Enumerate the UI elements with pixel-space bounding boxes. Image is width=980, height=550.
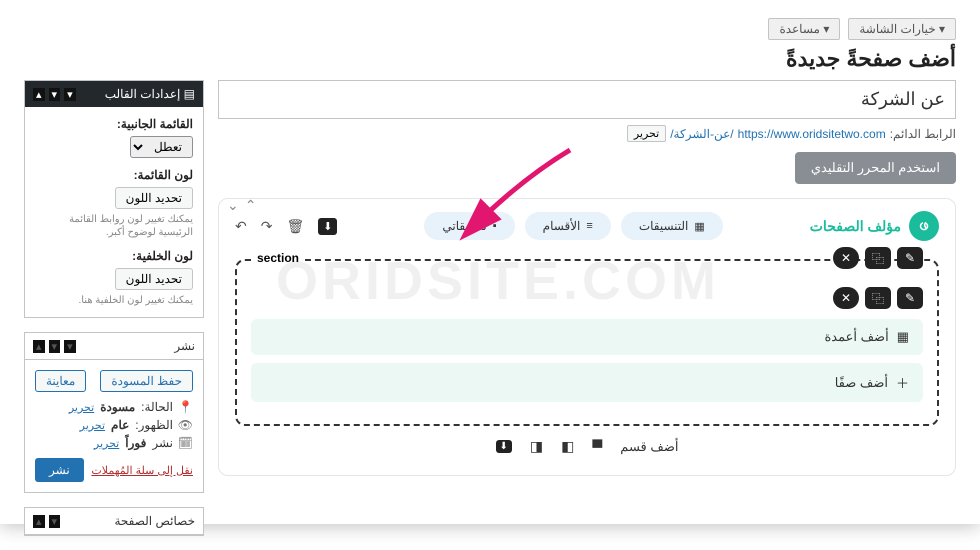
- bg-color-label: لون الخلفية:: [35, 249, 193, 263]
- builder-brand-label: مؤلف الصفحات: [810, 218, 901, 235]
- builder-collapse-toggles: ⌃ ⌄: [227, 197, 256, 214]
- pin-icon: 📍: [179, 400, 193, 414]
- publish-title: نشر: [174, 339, 195, 353]
- permalink-row: الرابط الدائم: https://www.oridsitetwo.c…: [218, 125, 956, 142]
- menu-color-label: لون القائمة:: [35, 168, 193, 182]
- help-button[interactable]: مساعدة ▾: [768, 18, 840, 40]
- attr-up-icon[interactable]: ▴: [33, 515, 45, 528]
- permalink-slug[interactable]: /عن-الشركة/: [670, 127, 733, 141]
- save-icon: ▪: [493, 220, 497, 232]
- toggle-up-icon[interactable]: ▴: [33, 88, 45, 101]
- eye-icon: 👁: [179, 418, 193, 432]
- layout-import-icon[interactable]: ⬇: [496, 440, 512, 453]
- plus-icon: ＋: [896, 373, 909, 392]
- tab-formats[interactable]: ▦التنسيقات: [621, 212, 723, 240]
- permalink-edit-button[interactable]: تحرير: [627, 125, 666, 142]
- menu-color-button[interactable]: تحديد اللون: [115, 187, 193, 209]
- pub-down-icon[interactable]: ▾: [49, 340, 61, 353]
- page-title-input[interactable]: [218, 80, 956, 119]
- bg-color-hint: يمكنك تغيير لون الخلفية هنا.: [35, 294, 193, 307]
- publish-box: نشر ▴▾▾ حفظ المسودة معاينة 📍الحالة: مسود…: [24, 332, 204, 493]
- chevron-up-icon[interactable]: ⌃: [245, 197, 257, 214]
- edit-row-icon[interactable]: ✎: [897, 287, 923, 309]
- redo-icon[interactable]: ↷: [261, 218, 273, 235]
- add-columns-button[interactable]: ▦أضف أعمدة: [251, 319, 923, 355]
- side-menu-select[interactable]: تعطل: [130, 136, 193, 158]
- add-section-label[interactable]: أضف قسم: [620, 439, 678, 455]
- duplicate-section-icon[interactable]: ⿻: [865, 247, 891, 269]
- attr-down-icon[interactable]: ▾: [49, 515, 61, 528]
- permalink-label: الرابط الدائم:: [890, 127, 956, 141]
- trash-icon[interactable]: 🗑: [286, 218, 304, 235]
- sections-icon: ≡: [586, 220, 592, 232]
- chevron-down-icon[interactable]: ⌄: [227, 197, 239, 214]
- trash-link[interactable]: نقل إلى سلة المُهملات: [91, 464, 193, 477]
- status-edit-link[interactable]: تحرير: [69, 401, 94, 414]
- layout-side-icon[interactable]: ◨: [530, 438, 543, 455]
- download-icon[interactable]: ⬇: [318, 218, 337, 235]
- toggle-down2-icon[interactable]: ▾: [64, 88, 76, 101]
- duplicate-row-icon[interactable]: ⿻: [865, 287, 891, 309]
- page-attributes-box: خصائص الصفحة ▴ ▾: [24, 507, 204, 536]
- section-legend: section: [251, 251, 305, 265]
- permalink-base[interactable]: https://www.oridsitetwo.com: [738, 127, 886, 141]
- toggle-down-icon[interactable]: ▾: [49, 88, 61, 101]
- pub-down2-icon[interactable]: ▾: [64, 340, 76, 353]
- layout-full-icon[interactable]: ▀: [592, 439, 602, 455]
- add-row-button[interactable]: ＋أضف صفًا: [251, 363, 923, 402]
- delete-row-icon[interactable]: ✕: [833, 287, 859, 309]
- classic-editor-button[interactable]: استخدم المحرر التقليدي: [795, 152, 956, 184]
- edit-section-icon[interactable]: ✎: [897, 247, 923, 269]
- delete-section-icon[interactable]: ✕: [833, 247, 859, 269]
- tab-sections[interactable]: ≡الأقسام: [525, 212, 611, 240]
- builder-brand: ဖ مؤلف الصفحات: [810, 211, 939, 241]
- template-settings-box: ▤ إعدادات القالب ▴ ▾▾ القائمة الجانبية: ت…: [24, 80, 204, 318]
- schedule-edit-link[interactable]: تحرير: [94, 437, 119, 450]
- page-attributes-title: خصائص الصفحة: [114, 514, 195, 528]
- screen-options-button[interactable]: خيارات الشاشة ▾: [848, 18, 956, 40]
- page-builder: ⌃ ⌄ ဖ مؤلف الصفحات ▦التنسيقات ≡الأقسام ▪…: [218, 198, 956, 476]
- pub-up-icon[interactable]: ▴: [33, 340, 45, 353]
- publish-button[interactable]: نشر: [35, 458, 84, 482]
- bg-color-button[interactable]: تحديد اللون: [115, 268, 193, 290]
- section-footer: أضف قسم ▀ ◧ ◨ ⬇: [235, 438, 939, 455]
- layout-icon: ▦: [694, 220, 704, 233]
- builder-section: section ✎ ⿻ ✕ ✎ ⿻ ✕ ▦أضف أعمدة ＋أضف صفًا: [235, 259, 939, 426]
- menu-color-hint: يمكنك تغيير لون روابط القائمة الرئيسية ل…: [35, 213, 193, 239]
- page-heading: أضف صفحةً جديدةً: [24, 46, 956, 72]
- layout-half-icon[interactable]: ◧: [561, 438, 574, 455]
- side-menu-label: القائمة الجانبية:: [35, 117, 193, 131]
- tab-my-formats[interactable]: ▪تنسيقاتي: [424, 212, 514, 240]
- save-draft-button[interactable]: حفظ المسودة: [100, 370, 193, 392]
- undo-icon[interactable]: ↶: [235, 218, 247, 235]
- builder-logo-icon: ဖ: [909, 211, 939, 241]
- preview-button[interactable]: معاينة: [35, 370, 86, 392]
- sliders-icon: ▤: [184, 87, 195, 101]
- visibility-edit-link[interactable]: تحرير: [80, 419, 105, 432]
- calendar-icon: 🗓: [179, 436, 193, 450]
- template-settings-title: ▤ إعدادات القالب: [105, 87, 195, 101]
- columns-icon: ▦: [897, 329, 909, 345]
